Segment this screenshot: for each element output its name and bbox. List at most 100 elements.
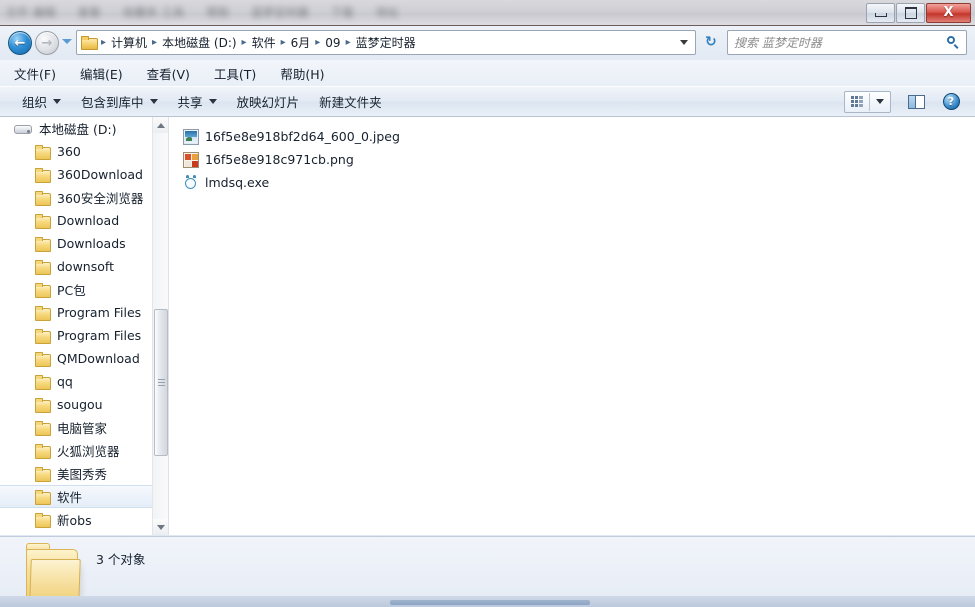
scrollbar-thumb[interactable] xyxy=(154,309,168,456)
command-bar: 组织 包含到库中 共享 放映幻灯片 新建文件夹 ? xyxy=(0,86,975,117)
tree-item-computer-manager[interactable]: 电脑管家 xyxy=(0,416,152,439)
status-bar: 3 个对象 xyxy=(0,536,975,603)
grip-icon xyxy=(157,379,165,386)
close-icon: X xyxy=(943,5,954,20)
tree-item-program-files-x86[interactable]: Program Files xyxy=(0,324,152,347)
new-folder-label: 新建文件夹 xyxy=(319,95,382,110)
help-button[interactable]: ? xyxy=(939,91,963,113)
forward-button[interactable]: → xyxy=(35,31,59,55)
view-options-chevron-down-icon[interactable] xyxy=(870,99,890,104)
file-list-item-exe[interactable]: lmdsq.exe xyxy=(183,171,975,194)
tree-item-360-browser[interactable]: 360安全浏览器 xyxy=(0,186,152,209)
tree-item-firefox[interactable]: 火狐浏览器 xyxy=(0,439,152,462)
search-input[interactable]: 搜索 蓝梦定时器 xyxy=(734,34,947,51)
window-controls: X xyxy=(865,2,971,23)
file-list[interactable]: 16f5e8e918bf2d64_600_0.jpeg 16f5e8e918c9… xyxy=(169,117,975,535)
tree-item-label: downsoft xyxy=(57,259,114,274)
item-count-label: 3 个对象 xyxy=(96,552,146,567)
breadcrumb-item-local-disk-d[interactable]: 本地磁盘 (D:) xyxy=(159,34,239,51)
minimize-icon xyxy=(874,12,887,17)
title-blur-token: 收藏夹 工具 xyxy=(123,6,185,19)
tree-item-download[interactable]: Download xyxy=(0,209,152,232)
tree-item-downsoft[interactable]: downsoft xyxy=(0,255,152,278)
breadcrumb: ▸ 计算机 ▸ 本地磁盘 (D:) ▸ 软件 ▸ 6月 ▸ 09 ▸ 蓝梦定时器 xyxy=(99,34,680,51)
tree-item-label: 火狐浏览器 xyxy=(57,444,120,459)
scroll-down-button[interactable] xyxy=(153,519,168,535)
title-blur-token: 地址 xyxy=(376,6,399,19)
address-dropdown-chevron-down-icon[interactable] xyxy=(680,40,688,45)
tree-item-program-files[interactable]: Program Files xyxy=(0,301,152,324)
tree-item-local-disk-d[interactable]: 本地磁盘 (D:) xyxy=(0,117,152,140)
file-name: 16f5e8e918c971cb.png xyxy=(205,152,354,167)
menu-item-file[interactable]: 文件(F) xyxy=(14,64,56,83)
tree-item-downloads[interactable]: Downloads xyxy=(0,232,152,255)
search-icon xyxy=(947,36,960,49)
file-list-item-jpeg[interactable]: 16f5e8e918bf2d64_600_0.jpeg xyxy=(183,125,975,148)
chevron-down-icon xyxy=(149,99,158,104)
new-folder-button[interactable]: 新建文件夹 xyxy=(309,90,392,113)
title-blur-token: 文件 编辑 xyxy=(6,6,56,19)
tree-item-new-obs[interactable]: 新obs xyxy=(0,508,152,531)
tree-item-meitu[interactable]: 美图秀秀 xyxy=(0,462,152,485)
preview-pane-icon xyxy=(907,94,925,109)
folder-icon xyxy=(34,374,51,390)
tree-item-pc-package[interactable]: PC包 xyxy=(0,278,152,301)
breadcrumb-item-software[interactable]: 软件 xyxy=(249,34,279,51)
folder-icon xyxy=(81,36,98,50)
alarm-clock-exe-icon xyxy=(183,174,199,191)
tree-item-qmdownload[interactable]: QMDownload xyxy=(0,347,152,370)
menu-item-edit[interactable]: 编辑(E) xyxy=(80,64,123,83)
folder-icon xyxy=(34,512,51,528)
tree-item-label: 360 xyxy=(57,144,81,159)
tree-item-label: 新obs xyxy=(57,513,92,528)
tree-item-label: Program Files xyxy=(57,328,142,343)
tree-item-qq[interactable]: qq xyxy=(0,370,152,393)
breadcrumb-separator-icon: ▸ xyxy=(315,37,321,48)
menu-item-help[interactable]: 帮助(H) xyxy=(280,64,324,83)
recent-pages-chevron-down-icon[interactable] xyxy=(62,39,72,44)
scroll-up-button[interactable] xyxy=(153,117,168,133)
breadcrumb-item-09[interactable]: 09 xyxy=(322,36,343,50)
folder-icon xyxy=(34,328,51,344)
breadcrumb-item-june[interactable]: 6月 xyxy=(288,34,314,51)
folder-icon xyxy=(34,420,51,436)
breadcrumb-item-computer[interactable]: 计算机 xyxy=(108,34,150,51)
address-bar[interactable]: ▸ 计算机 ▸ 本地磁盘 (D:) ▸ 软件 ▸ 6月 ▸ 09 ▸ 蓝梦定时器 xyxy=(76,30,696,55)
menu-item-tools[interactable]: 工具(T) xyxy=(214,64,256,83)
title-blur-token: 帮助 xyxy=(206,6,230,19)
tree-item-label: 本地磁盘 (D:) xyxy=(39,122,117,137)
title-bar: 文件 编辑 查看 收藏夹 工具 帮助 蓝梦定时器 下载 地址 X xyxy=(0,0,975,26)
folder-icon xyxy=(34,397,51,413)
file-name: 16f5e8e918bf2d64_600_0.jpeg xyxy=(205,129,400,144)
include-in-library-button[interactable]: 包含到库中 xyxy=(71,90,168,113)
menu-item-view[interactable]: 查看(V) xyxy=(147,64,190,83)
preview-pane-button[interactable] xyxy=(903,91,929,113)
search-box[interactable]: 搜索 蓝梦定时器 xyxy=(727,30,967,55)
share-with-button[interactable]: 共享 xyxy=(168,90,227,113)
title-bar-obscured-content: 文件 编辑 查看 收藏夹 工具 帮助 蓝梦定时器 下载 地址 xyxy=(6,4,846,24)
organize-button[interactable]: 组织 xyxy=(12,90,71,113)
change-view-button[interactable] xyxy=(844,90,891,113)
minimize-button[interactable] xyxy=(866,2,895,23)
address-bar-row: ← → ▸ 计算机 ▸ 本地磁盘 (D:) ▸ 软件 ▸ 6月 ▸ 09 ▸ 蓝… xyxy=(0,26,975,60)
tree-item-label: 360安全浏览器 xyxy=(57,191,144,206)
close-button[interactable]: X xyxy=(926,2,971,23)
navigation-pane-scrollbar[interactable] xyxy=(152,117,168,535)
file-list-item-png[interactable]: 16f5e8e918c971cb.png xyxy=(183,148,975,171)
refresh-icon[interactable]: ↻ xyxy=(705,35,717,49)
folder-icon xyxy=(34,167,51,183)
tree-item-label: Download xyxy=(57,213,120,228)
maximize-button[interactable] xyxy=(896,2,925,23)
tree-item-sougou[interactable]: sougou xyxy=(0,393,152,416)
tree-item-software-selected[interactable]: 软件 xyxy=(0,485,152,508)
back-button[interactable]: ← xyxy=(8,31,32,55)
tree-item-label: 软件 xyxy=(57,490,83,505)
tree-item-360[interactable]: 360 xyxy=(0,140,152,163)
folder-icon xyxy=(34,236,51,252)
tree-item-label: PC包 xyxy=(57,283,86,298)
taskbar-item xyxy=(390,600,590,605)
breadcrumb-item-lanmeng-timer[interactable]: 蓝梦定时器 xyxy=(353,34,419,51)
tree-item-label: 电脑管家 xyxy=(57,421,108,436)
tree-item-360download[interactable]: 360Download xyxy=(0,163,152,186)
slideshow-button[interactable]: 放映幻灯片 xyxy=(227,90,310,113)
